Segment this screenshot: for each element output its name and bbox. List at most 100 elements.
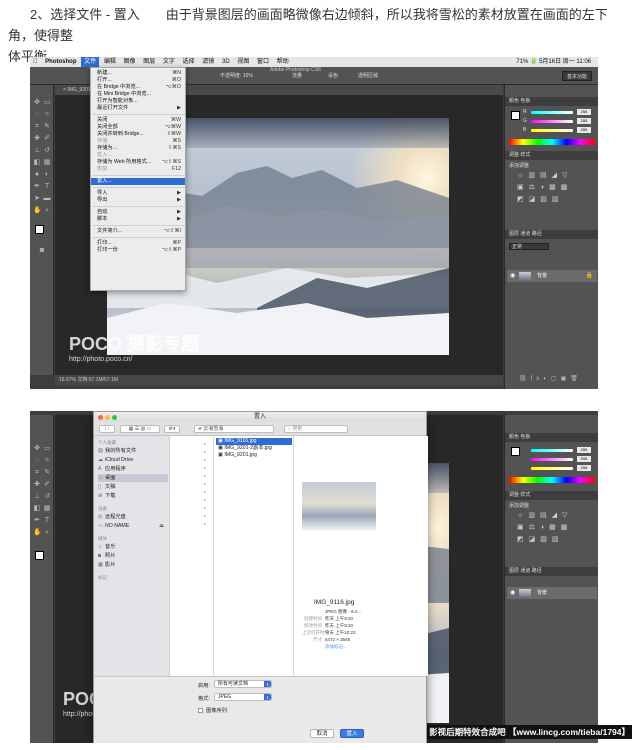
menu-layer[interactable]: 图层 bbox=[140, 57, 158, 67]
sidebar-item-movies[interactable]: ▦ 影片 bbox=[98, 561, 168, 569]
menu-photoshop[interactable]: Photoshop bbox=[42, 57, 79, 67]
search-field[interactable]: ⌕ 搜索 bbox=[284, 425, 348, 433]
menu-item-save[interactable]: 存储 ⌘S bbox=[91, 138, 185, 145]
eraser-icon[interactable]: ◧ bbox=[33, 505, 41, 513]
zoom-tool-icon[interactable]: ⌕ bbox=[43, 207, 51, 215]
menu-item-print[interactable]: 打印... ⌘P bbox=[91, 240, 185, 247]
green-value[interactable]: 255 bbox=[577, 456, 591, 462]
zoom-tool-icon[interactable]: ⌕ bbox=[43, 529, 51, 537]
red-value[interactable]: 255 bbox=[577, 447, 591, 453]
red-slider[interactable] bbox=[531, 449, 573, 452]
quick-mask-icon[interactable]: ◙ bbox=[38, 247, 46, 255]
menu-item-save-as[interactable]: 存储为... ⇧⌘S bbox=[91, 145, 185, 152]
back-forward-icon[interactable]: ‹ › bbox=[99, 425, 115, 433]
cancel-button[interactable]: 取消 bbox=[310, 729, 334, 738]
menu-item-open-smart-object[interactable]: 打开为智能对象... bbox=[91, 98, 185, 105]
menu-item-export[interactable]: 导出 ▶ bbox=[91, 197, 185, 204]
path-select-icon[interactable]: ➤ bbox=[33, 195, 41, 203]
enable-select[interactable]: 所有可读文档 ⇕ bbox=[214, 680, 272, 688]
color-panel-tabs[interactable]: 颜色 色板 bbox=[505, 97, 598, 106]
menu-item-place[interactable]: 置入... bbox=[91, 178, 185, 185]
menu-item-file-info[interactable]: 文件简介... ⌥⇧⌘I bbox=[91, 228, 185, 235]
lasso-tool-icon[interactable]: ◌ bbox=[33, 457, 41, 465]
menu-item-close[interactable]: 关闭 ⌘W bbox=[91, 117, 185, 124]
menu-type[interactable]: 文字 bbox=[160, 57, 178, 67]
type-tool-icon[interactable]: T bbox=[43, 517, 51, 525]
foreground-color-swatch[interactable] bbox=[35, 225, 44, 234]
eject-icon[interactable]: ⏏ bbox=[159, 522, 164, 530]
menu-item-print-one[interactable]: 打印一份 ⌥⇧⌘P bbox=[91, 247, 185, 254]
menu-item-browse-mini-bridge[interactable]: 在 Mini Bridge 中浏览... bbox=[91, 91, 185, 98]
healing-brush-icon[interactable]: ✚ bbox=[33, 481, 41, 489]
color-spectrum[interactable] bbox=[509, 477, 595, 483]
eraser-icon[interactable]: ◧ bbox=[33, 159, 41, 167]
menu-select[interactable]: 选择 bbox=[180, 57, 198, 67]
adjust-panel-tabs[interactable]: 调整 样式 bbox=[505, 151, 598, 160]
pen-tool-icon[interactable]: ✒ bbox=[33, 183, 41, 191]
blur-tool-icon[interactable]: ● bbox=[33, 171, 41, 179]
sidebar-item-no-name[interactable]: ▭ NO NAME ⏏ bbox=[98, 522, 168, 530]
menu-item-import[interactable]: 导入 ▶ bbox=[91, 190, 185, 197]
blue-slider[interactable] bbox=[531, 467, 573, 470]
menu-item-scripts[interactable]: 脚本 ▶ bbox=[91, 216, 185, 223]
color-panel-tabs[interactable]: 颜色 色板 bbox=[505, 433, 598, 442]
adjust-icons-row-2[interactable]: ▣⚖◑▦▩ bbox=[517, 523, 572, 531]
green-slider[interactable] bbox=[531, 458, 573, 461]
adjust-icons-row-1[interactable]: ☼▥▤◢▽ bbox=[517, 511, 572, 519]
type-tool-icon[interactable]: T bbox=[43, 183, 51, 191]
hand-tool-icon[interactable]: ✋ bbox=[33, 529, 42, 537]
adjust-panel-tabs[interactable]: 调整 样式 bbox=[505, 491, 598, 500]
image-sequence-checkbox[interactable] bbox=[198, 708, 203, 713]
menu-image[interactable]: 图像 bbox=[121, 57, 139, 67]
layers-panel-tabs[interactable]: 图层 通道 路径 bbox=[505, 567, 598, 576]
magic-wand-icon[interactable]: ✧ bbox=[43, 457, 51, 465]
marquee-tool-icon[interactable]: ▭ bbox=[43, 99, 51, 107]
adjust-icons-row-2[interactable]: ▣⚖◑▦▩ bbox=[517, 183, 572, 191]
move-tool-icon[interactable]: ✥ bbox=[33, 99, 41, 107]
menu-3d[interactable]: 3D bbox=[219, 57, 233, 67]
menu-item-new[interactable]: 新建... ⌘N bbox=[91, 70, 185, 77]
add-tags-link[interactable]: 添加标记... bbox=[302, 644, 347, 650]
menu-item-check-in[interactable]: 签入... bbox=[91, 152, 185, 159]
menu-item-revert[interactable]: 恢复 F12 bbox=[91, 166, 185, 173]
adjust-icons-row-1[interactable]: ☼▥▤◢▽ bbox=[517, 171, 572, 179]
menu-view[interactable]: 视图 bbox=[234, 57, 252, 67]
layer-row-background[interactable]: ◉ 背景 🔒 bbox=[507, 270, 597, 282]
eyedropper-icon[interactable]: ✎ bbox=[43, 469, 51, 477]
clone-stamp-icon[interactable]: ⊥ bbox=[33, 493, 41, 501]
panel-fg-swatch[interactable] bbox=[511, 111, 520, 120]
menu-filter[interactable]: 滤镜 bbox=[199, 57, 217, 67]
sidebar-item-all-files[interactable]: ▤ 我的所有文件 bbox=[98, 447, 168, 455]
sidebar-item-music[interactable]: ♫ 音乐 bbox=[98, 543, 168, 551]
color-spectrum[interactable] bbox=[509, 139, 595, 145]
file-item[interactable]: ▣ IMG_9201.jpg bbox=[216, 452, 292, 459]
sidebar-item-downloads[interactable]: ⊕ 下载 bbox=[98, 492, 168, 500]
menu-item-recent[interactable]: 最近打开文件 ▶ bbox=[91, 105, 185, 112]
layers-panel-tabs[interactable]: 图层 通道 路径 bbox=[505, 230, 598, 239]
blue-value[interactable]: 255 bbox=[577, 465, 591, 471]
foreground-color-swatch[interactable] bbox=[35, 551, 44, 560]
red-value[interactable]: 255 bbox=[577, 109, 591, 115]
sidebar-item-documents[interactable]: ▯ 文稿 bbox=[98, 483, 168, 491]
lasso-tool-icon[interactable]: ◌ bbox=[33, 111, 41, 119]
crop-tool-icon[interactable]: ⌗ bbox=[33, 123, 41, 131]
adjust-icons-row-3[interactable]: ◩◪▨▧ bbox=[517, 195, 563, 203]
sidebar-item-icloud[interactable]: ☁ iCloud Drive bbox=[98, 456, 168, 464]
place-button[interactable]: 置入 bbox=[340, 729, 364, 738]
marquee-tool-icon[interactable]: ▭ bbox=[43, 445, 51, 453]
shape-tool-icon[interactable]: ▬ bbox=[43, 195, 51, 203]
zoom-window-icon[interactable] bbox=[112, 415, 117, 420]
minimize-window-icon[interactable] bbox=[105, 415, 110, 420]
menu-item-browse-bridge[interactable]: 在 Bridge 中浏览... ⌥⌘O bbox=[91, 84, 185, 91]
apple-icon[interactable]:  bbox=[30, 57, 41, 67]
sidebar-item-applications[interactable]: A 应用程序 bbox=[98, 465, 168, 473]
menu-edit[interactable]: 编辑 bbox=[101, 57, 119, 67]
menu-item-close-all[interactable]: 关闭全部 ⌥⌘W bbox=[91, 124, 185, 131]
file-item[interactable]: ▣ IMG_9201-2副本.jpg bbox=[216, 445, 292, 452]
layer-row-background[interactable]: ◉ 背景 bbox=[507, 587, 597, 599]
clone-stamp-icon[interactable]: ⊥ bbox=[33, 147, 41, 155]
history-brush-icon[interactable]: ↺ bbox=[43, 493, 51, 501]
menu-file[interactable]: 文件 bbox=[81, 57, 100, 67]
opacity-option[interactable]: 不透明度: 16% bbox=[220, 67, 253, 85]
view-mode-icons[interactable]: ▦ ☰ ▥ ▭ bbox=[120, 425, 160, 433]
